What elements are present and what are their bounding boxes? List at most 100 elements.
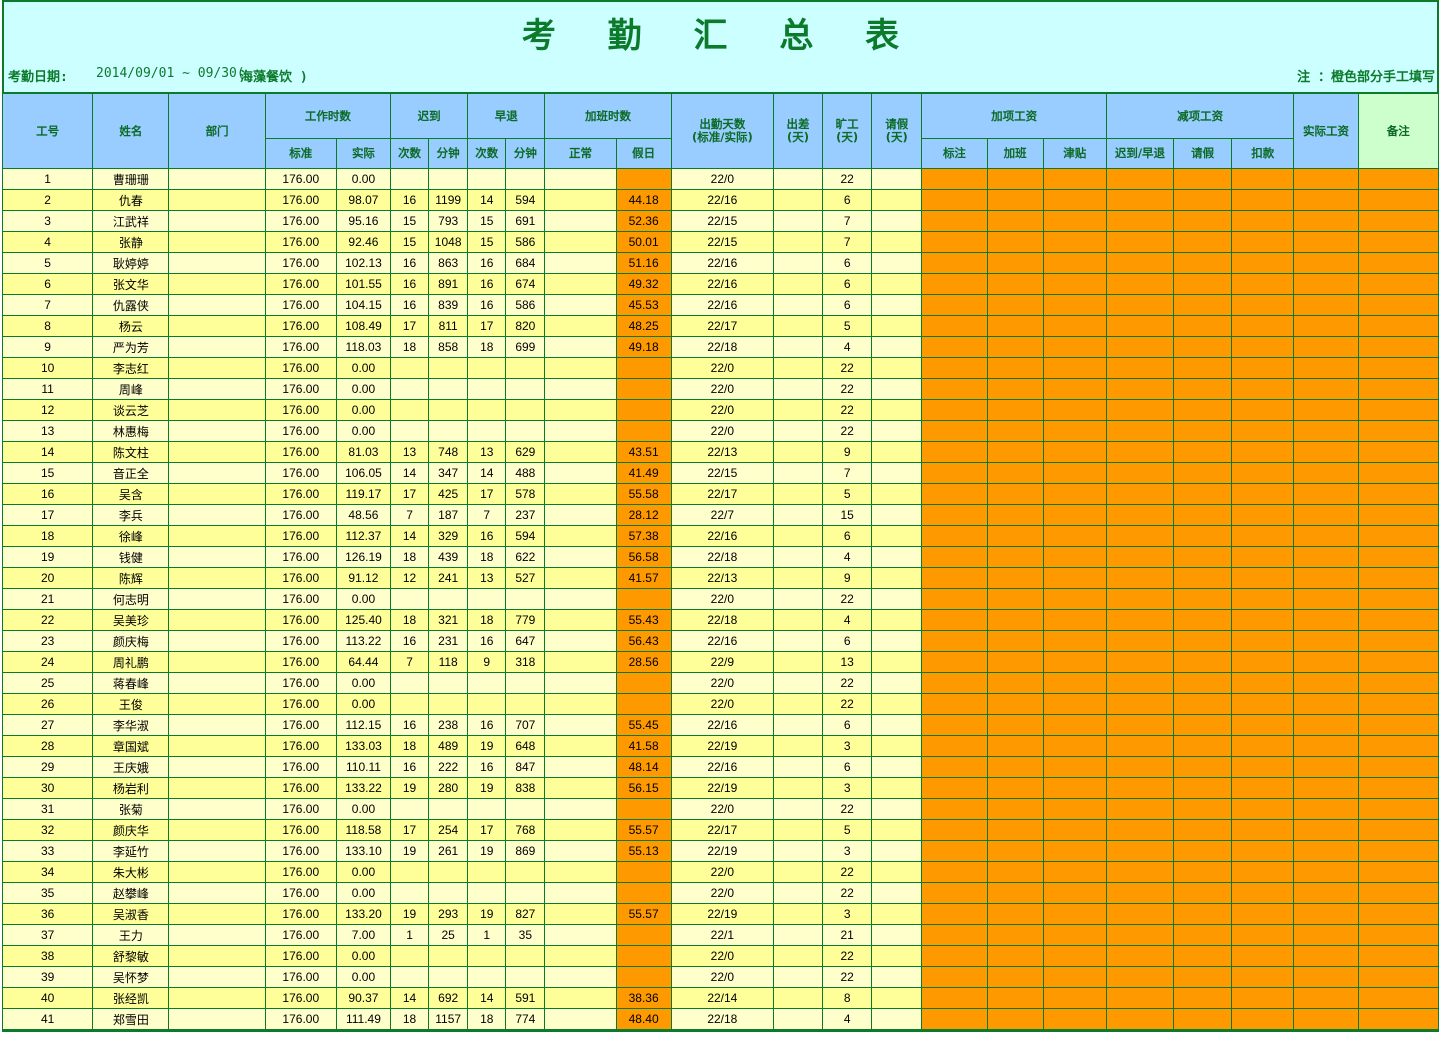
cell-leave[interactable] — [871, 672, 923, 694]
cell-early-count[interactable] — [467, 378, 507, 400]
cell-late-count[interactable]: 7 — [390, 504, 430, 526]
cell-leave[interactable] — [871, 693, 923, 715]
cell-leave[interactable] — [871, 231, 923, 253]
cell-actual-pay[interactable] — [1293, 630, 1359, 652]
cell-late-min[interactable]: 748 — [428, 441, 469, 463]
cell-deduct-late-early[interactable] — [1105, 903, 1175, 925]
cell-leave[interactable] — [871, 609, 923, 631]
cell-ot-normal[interactable] — [544, 462, 617, 484]
cell-attendance-days[interactable]: 22/0 — [670, 798, 774, 820]
cell-attendance-days[interactable]: 22/15 — [670, 210, 774, 232]
cell-early-min[interactable]: 586 — [505, 231, 546, 253]
cell-add-ot[interactable] — [986, 756, 1044, 778]
cell-leave[interactable] — [871, 945, 923, 967]
cell-add-allowance[interactable] — [1042, 231, 1107, 253]
cell-absent[interactable]: 6 — [822, 273, 873, 295]
cell-add-allowance[interactable] — [1042, 399, 1107, 421]
cell-ot-holiday[interactable] — [615, 672, 672, 694]
cell-actual-pay[interactable] — [1293, 504, 1359, 526]
cell-remarks[interactable] — [1357, 420, 1440, 442]
cell-absent[interactable]: 22 — [822, 693, 873, 715]
cell-deduct-leave[interactable] — [1173, 630, 1233, 652]
cell-ot-holiday[interactable] — [615, 924, 672, 946]
cell-name[interactable]: 吴淑香 — [92, 903, 170, 925]
cell-actual-pay[interactable] — [1293, 567, 1359, 589]
cell-std-hours[interactable]: 176.00 — [264, 189, 337, 211]
cell-deduct-leave[interactable] — [1173, 168, 1233, 190]
cell-add-allowance[interactable] — [1042, 168, 1107, 190]
cell-dept[interactable] — [168, 840, 266, 862]
cell-add-base[interactable] — [921, 903, 988, 925]
cell-add-ot[interactable] — [986, 588, 1044, 610]
cell-actual-hours[interactable]: 133.20 — [335, 903, 392, 925]
cell-absent[interactable]: 22 — [822, 966, 873, 988]
cell-late-count[interactable]: 17 — [390, 819, 430, 841]
cell-leave[interactable] — [871, 966, 923, 988]
cell-absent[interactable]: 5 — [822, 483, 873, 505]
cell-deduct-fine[interactable] — [1231, 315, 1295, 337]
cell-leave[interactable] — [871, 546, 923, 568]
cell-ot-holiday[interactable] — [615, 420, 672, 442]
cell-name[interactable]: 何志明 — [92, 588, 170, 610]
cell-dept[interactable] — [168, 399, 266, 421]
cell-absent[interactable]: 3 — [822, 735, 873, 757]
cell-actual-hours[interactable]: 64.44 — [335, 651, 392, 673]
cell-deduct-fine[interactable] — [1231, 420, 1295, 442]
cell-ot-holiday[interactable]: 55.45 — [615, 714, 672, 736]
cell-deduct-late-early[interactable] — [1105, 651, 1175, 673]
cell-ot-normal[interactable] — [544, 336, 617, 358]
cell-attendance-days[interactable]: 22/18 — [670, 546, 774, 568]
cell-late-min[interactable]: 489 — [428, 735, 469, 757]
cell-deduct-leave[interactable] — [1173, 651, 1233, 673]
cell-late-count[interactable] — [390, 672, 430, 694]
cell-absent[interactable]: 3 — [822, 903, 873, 925]
cell-early-min[interactable]: 647 — [505, 630, 546, 652]
cell-actual-pay[interactable] — [1293, 210, 1359, 232]
cell-actual-pay[interactable] — [1293, 966, 1359, 988]
sub-leave-deduct[interactable]: 请假 — [1173, 138, 1233, 169]
cell-remarks[interactable] — [1357, 1008, 1440, 1030]
cell-add-base[interactable] — [921, 882, 988, 904]
cell-actual-hours[interactable]: 0.00 — [335, 882, 392, 904]
cell-std-hours[interactable]: 176.00 — [264, 378, 337, 400]
cell-late-count[interactable] — [390, 693, 430, 715]
cell-emp-id[interactable]: 34 — [1, 861, 94, 883]
cell-std-hours[interactable]: 176.00 — [264, 504, 337, 526]
cell-remarks[interactable] — [1357, 756, 1440, 778]
cell-business-trip[interactable] — [772, 987, 824, 1009]
cell-early-min[interactable] — [505, 861, 546, 883]
cell-late-min[interactable]: 25 — [428, 924, 469, 946]
cell-name[interactable]: 吴含 — [92, 483, 170, 505]
cell-attendance-days[interactable]: 22/19 — [670, 777, 774, 799]
cell-add-base[interactable] — [921, 966, 988, 988]
cell-add-ot[interactable] — [986, 525, 1044, 547]
cell-late-min[interactable]: 238 — [428, 714, 469, 736]
cell-dept[interactable] — [168, 168, 266, 190]
cell-std-hours[interactable]: 176.00 — [264, 1008, 337, 1030]
cell-add-ot[interactable] — [986, 924, 1044, 946]
cell-add-allowance[interactable] — [1042, 525, 1107, 547]
cell-ot-normal[interactable] — [544, 357, 617, 379]
cell-dept[interactable] — [168, 273, 266, 295]
cell-actual-hours[interactable]: 125.40 — [335, 609, 392, 631]
cell-remarks[interactable] — [1357, 945, 1440, 967]
cell-name[interactable]: 颜庆梅 — [92, 630, 170, 652]
cell-ot-holiday[interactable]: 41.57 — [615, 567, 672, 589]
cell-late-min[interactable]: 425 — [428, 483, 469, 505]
cell-dept[interactable] — [168, 1008, 266, 1030]
cell-attendance-days[interactable]: 22/15 — [670, 462, 774, 484]
cell-attendance-days[interactable]: 22/0 — [670, 357, 774, 379]
cell-ot-normal[interactable] — [544, 777, 617, 799]
cell-add-allowance[interactable] — [1042, 735, 1107, 757]
cell-leave[interactable] — [871, 210, 923, 232]
cell-attendance-days[interactable]: 22/9 — [670, 651, 774, 673]
cell-attendance-days[interactable]: 22/16 — [670, 714, 774, 736]
cell-add-base[interactable] — [921, 315, 988, 337]
cell-add-allowance[interactable] — [1042, 945, 1107, 967]
cell-deduct-fine[interactable] — [1231, 798, 1295, 820]
cell-std-hours[interactable]: 176.00 — [264, 861, 337, 883]
cell-add-allowance[interactable] — [1042, 504, 1107, 526]
cell-early-min[interactable]: 768 — [505, 819, 546, 841]
cell-deduct-late-early[interactable] — [1105, 924, 1175, 946]
cell-actual-pay[interactable] — [1293, 651, 1359, 673]
